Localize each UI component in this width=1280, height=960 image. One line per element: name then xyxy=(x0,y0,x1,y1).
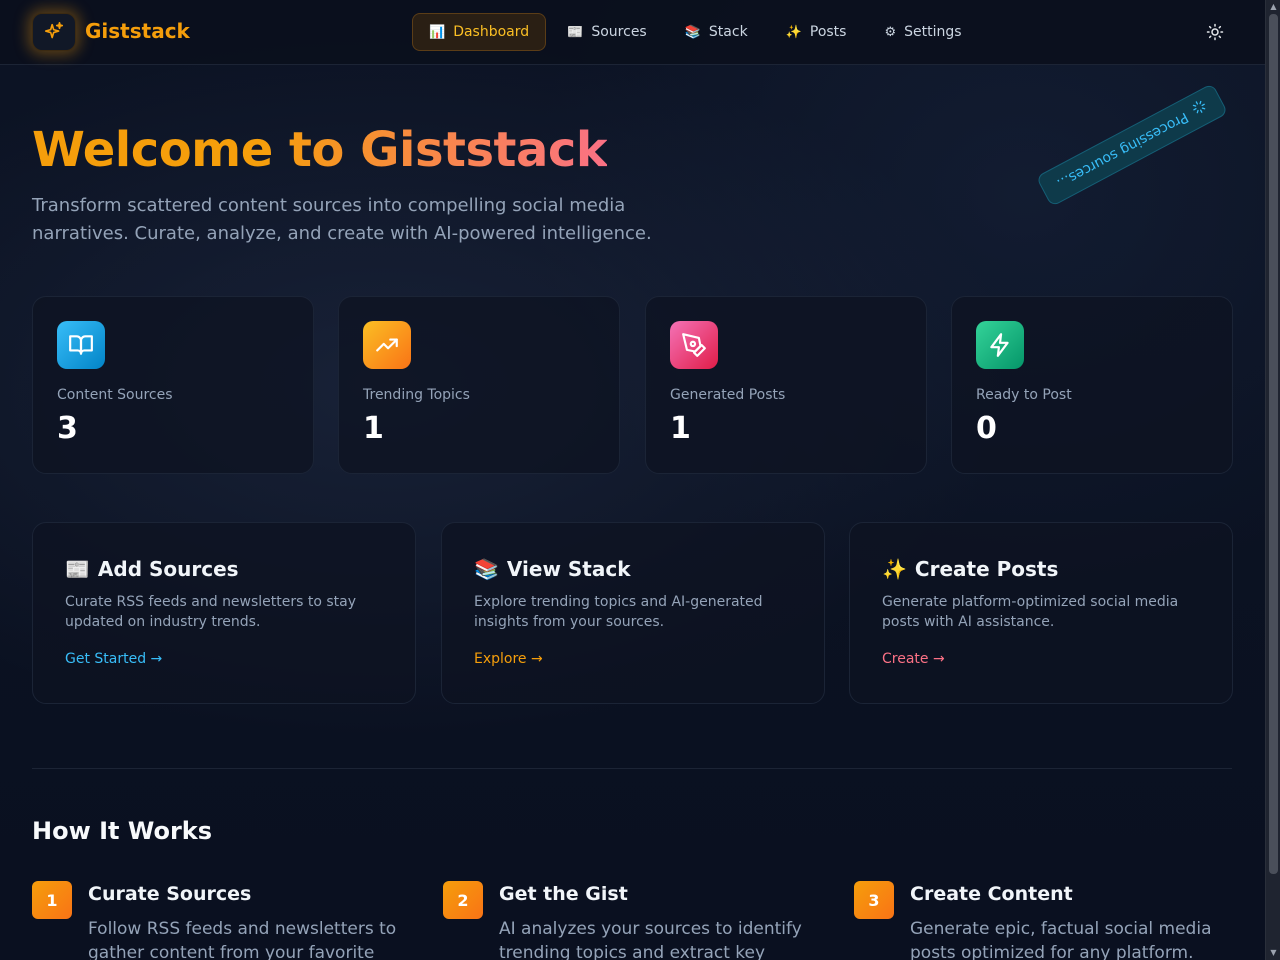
nav-label: Posts xyxy=(809,24,847,40)
brand-name[interactable]: Giststack xyxy=(85,19,190,43)
section-divider xyxy=(32,768,1232,769)
logo-sparkle-icon[interactable] xyxy=(32,13,76,51)
action-title: 📰 Add Sources xyxy=(65,557,239,581)
action-card-add-sources[interactable]: 📰 Add Sources Curate RSS feeds and newsl… xyxy=(32,522,416,704)
books-icon: 📚 xyxy=(474,557,499,581)
newspaper-icon: 📰 xyxy=(567,24,584,40)
stat-card-generated-posts: Generated Posts 1 xyxy=(645,296,927,474)
book-icon xyxy=(57,321,105,369)
trending-icon xyxy=(363,321,411,369)
step-title: Create Content xyxy=(910,883,1073,905)
action-description: Explore trending topics and AI-generated… xyxy=(474,594,763,630)
stat-value: 0 xyxy=(976,411,997,446)
stat-value: 1 xyxy=(363,411,384,446)
step-number: 1 xyxy=(32,881,72,919)
page-subtitle: Transform scattered content sources into… xyxy=(32,195,652,244)
action-description: Generate platform-optimized social media… xyxy=(882,594,1179,630)
action-title: 📚 View Stack xyxy=(474,557,631,581)
lightning-icon xyxy=(976,321,1024,369)
stat-value: 3 xyxy=(57,411,78,446)
step-description: AI analyzes your sources to identify tre… xyxy=(499,919,802,960)
how-it-works-heading: How It Works xyxy=(32,817,213,845)
step-number: 2 xyxy=(443,881,483,919)
step-title: Get the Gist xyxy=(499,883,628,905)
gear-icon: ⚙ xyxy=(884,24,897,40)
explore-link[interactable]: Explore → xyxy=(474,651,543,667)
action-card-create-posts[interactable]: ✨ Create Posts Generate platform-optimiz… xyxy=(849,522,1233,704)
newspaper-icon: 📰 xyxy=(65,557,90,581)
step-description: Generate epic, factual social media post… xyxy=(910,919,1212,960)
sparkles-icon: ✨ xyxy=(882,557,907,581)
pen-icon xyxy=(670,321,718,369)
nav-settings[interactable]: ⚙ Settings xyxy=(867,13,978,51)
nav-dashboard[interactable]: 📊 Dashboard xyxy=(412,13,547,51)
action-card-view-stack[interactable]: 📚 View Stack Explore trending topics and… xyxy=(441,522,825,704)
step-number: 3 xyxy=(854,881,894,919)
action-title-text: Add Sources xyxy=(97,557,239,581)
action-title: ✨ Create Posts xyxy=(882,557,1058,581)
scroll-down-arrow-icon[interactable]: ▼ xyxy=(1266,946,1280,960)
nav-label: Dashboard xyxy=(453,24,530,40)
step-description: Follow RSS feeds and newsletters to gath… xyxy=(88,919,397,960)
nav-label: Settings xyxy=(904,24,962,40)
stat-label: Content Sources xyxy=(57,387,173,403)
nav-sources[interactable]: 📰 Sources xyxy=(550,13,664,51)
stat-value: 1 xyxy=(670,411,691,446)
stat-label: Ready to Post xyxy=(976,387,1072,403)
scroll-up-arrow-icon[interactable]: ▲ xyxy=(1266,0,1280,14)
page-title: Welcome to Giststack xyxy=(32,122,608,178)
sparkles-icon: ✨ xyxy=(785,24,802,40)
stat-label: Trending Topics xyxy=(363,387,470,403)
stat-card-content-sources: Content Sources 3 xyxy=(32,296,314,474)
action-description: Curate RSS feeds and newsletters to stay… xyxy=(65,594,357,630)
scrollbar-thumb[interactable] xyxy=(1269,14,1278,874)
get-started-link[interactable]: Get Started → xyxy=(65,651,162,667)
nav-label: Sources xyxy=(591,24,647,40)
books-icon: 📚 xyxy=(684,24,701,40)
chart-icon: 📊 xyxy=(429,24,446,40)
top-navbar: Giststack 📊 Dashboard 📰 Sources 📚 Stack … xyxy=(0,0,1265,65)
step-title: Curate Sources xyxy=(88,883,252,905)
nav-label: Stack xyxy=(708,24,748,40)
vertical-scrollbar[interactable]: ▲ ▼ xyxy=(1265,0,1280,960)
stat-card-ready-to-post: Ready to Post 0 xyxy=(951,296,1233,474)
create-link[interactable]: Create → xyxy=(882,651,945,667)
action-title-text: Create Posts xyxy=(914,557,1059,581)
stat-label: Generated Posts xyxy=(670,387,786,403)
nav-stack[interactable]: 📚 Stack xyxy=(668,13,765,51)
nav-posts[interactable]: ✨ Posts xyxy=(769,13,864,51)
sun-icon[interactable] xyxy=(1204,21,1226,43)
action-title-text: View Stack xyxy=(506,557,631,581)
spinner-icon xyxy=(1190,98,1211,120)
stat-card-trending-topics: Trending Topics 1 xyxy=(338,296,620,474)
main-nav: 📊 Dashboard 📰 Sources 📚 Stack ✨ Posts ⚙ … xyxy=(412,13,979,51)
